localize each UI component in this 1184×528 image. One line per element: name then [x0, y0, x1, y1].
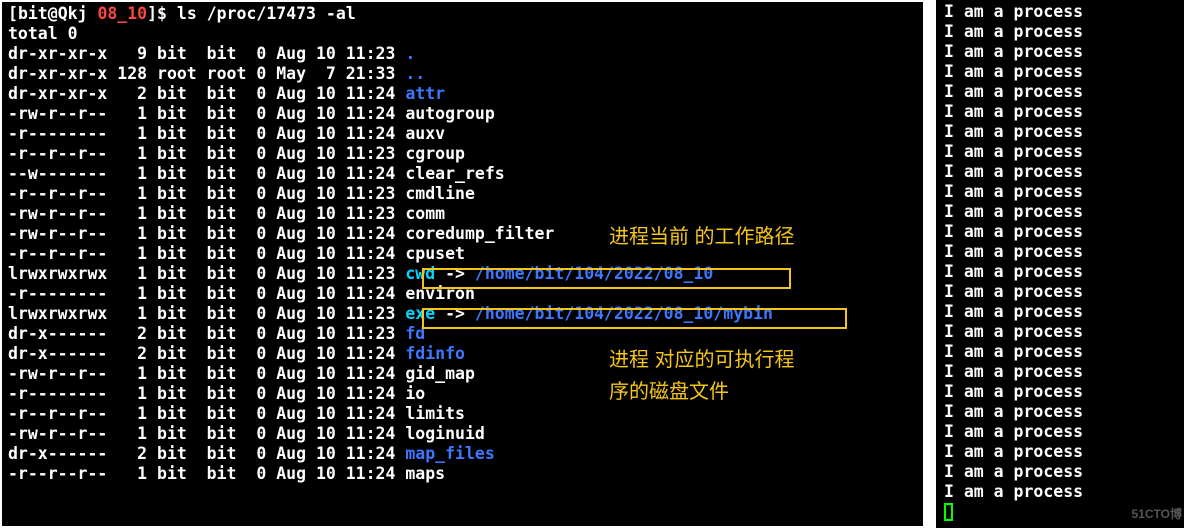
right-output-line: I am a process — [944, 362, 1176, 382]
listing-row: -rw-r--r-- 1 bit bit 0 Aug 10 11:24 auto… — [8, 104, 917, 124]
right-output-line: I am a process — [944, 342, 1176, 362]
listing-row: dr-x------ 2 bit bit 0 Aug 10 11:24 map_… — [8, 444, 917, 464]
annotation-exe-line2: 序的磁盘文件 — [609, 382, 729, 402]
right-output-line: I am a process — [944, 142, 1176, 162]
right-output-line: I am a process — [944, 122, 1176, 142]
listing-row: lrwxrwxrwx 1 bit bit 0 Aug 10 11:23 cwd … — [8, 264, 917, 284]
total-line: total 0 — [8, 24, 917, 44]
listing-row: -r-------- 1 bit bit 0 Aug 10 11:24 envi… — [8, 284, 917, 304]
listing-row: -r--r--r-- 1 bit bit 0 Aug 10 11:23 cmdl… — [8, 184, 917, 204]
right-output-line: I am a process — [944, 382, 1176, 402]
annotation-exe-line1: 进程 对应的可执行程 — [609, 350, 795, 370]
listing-row: dr-x------ 2 bit bit 0 Aug 10 11:23 fd — [8, 324, 917, 344]
annotation-cwd: 进程当前 的工作路径 — [609, 227, 795, 247]
right-output-line: I am a process — [944, 42, 1176, 62]
right-output-line: I am a process — [944, 102, 1176, 122]
right-output-line: I am a process — [944, 22, 1176, 42]
right-output-line: I am a process — [944, 322, 1176, 342]
right-output-line: I am a process — [944, 402, 1176, 422]
right-output-line: I am a process — [944, 82, 1176, 102]
listing-row: -r--r--r-- 1 bit bit 0 Aug 10 11:24 maps — [8, 464, 917, 484]
listing-row: -r--r--r-- 1 bit bit 0 Aug 10 11:23 cgro… — [8, 144, 917, 164]
listing-row: dr-xr-xr-x 128 root root 0 May 7 21:33 .… — [8, 64, 917, 84]
listing-row: -r--r--r-- 1 bit bit 0 Aug 10 11:24 limi… — [8, 404, 917, 424]
right-terminal-pane[interactable]: I am a processI am a processI am a proce… — [936, 0, 1184, 528]
listing-row: dr-xr-xr-x 9 bit bit 0 Aug 10 11:23 . — [8, 44, 917, 64]
file-listing: dr-xr-xr-x 9 bit bit 0 Aug 10 11:23 .dr-… — [8, 44, 917, 484]
right-output-line: I am a process — [944, 282, 1176, 302]
listing-row: dr-xr-xr-x 2 bit bit 0 Aug 10 11:24 attr — [8, 84, 917, 104]
right-output-line: I am a process — [944, 422, 1176, 442]
right-output-line: I am a process — [944, 482, 1176, 502]
right-output-line: I am a process — [944, 222, 1176, 242]
right-output-line: I am a process — [944, 162, 1176, 182]
watermark: 51CTO博 — [1132, 504, 1182, 524]
right-output-line: I am a process — [944, 2, 1176, 22]
right-output-line: I am a process — [944, 242, 1176, 262]
right-output-lines: I am a processI am a processI am a proce… — [944, 2, 1176, 522]
right-output-line: I am a process — [944, 442, 1176, 462]
right-output-line: I am a process — [944, 62, 1176, 82]
listing-row: -rw-r--r-- 1 bit bit 0 Aug 10 11:24 logi… — [8, 424, 917, 444]
prompt-line: [bit@Qkj 08_10]$ ls /proc/17473 -al — [8, 4, 917, 24]
right-output-line: I am a process — [944, 182, 1176, 202]
right-output-line: I am a process — [944, 202, 1176, 222]
right-output-line: I am a process — [944, 302, 1176, 322]
listing-row: lrwxrwxrwx 1 bit bit 0 Aug 10 11:23 exe … — [8, 304, 917, 324]
right-output-line: I am a process — [944, 262, 1176, 282]
listing-row: -r-------- 1 bit bit 0 Aug 10 11:24 io — [8, 384, 917, 404]
listing-row: --w------- 1 bit bit 0 Aug 10 11:24 clea… — [8, 164, 917, 184]
left-terminal-pane[interactable]: [bit@Qkj 08_10]$ ls /proc/17473 -al tota… — [0, 0, 925, 528]
listing-row: -rw-r--r-- 1 bit bit 0 Aug 10 11:23 comm — [8, 204, 917, 224]
cursor — [944, 503, 953, 521]
pane-divider — [925, 0, 936, 528]
listing-row: -r-------- 1 bit bit 0 Aug 10 11:24 auxv — [8, 124, 917, 144]
right-output-line: I am a process — [944, 462, 1176, 482]
